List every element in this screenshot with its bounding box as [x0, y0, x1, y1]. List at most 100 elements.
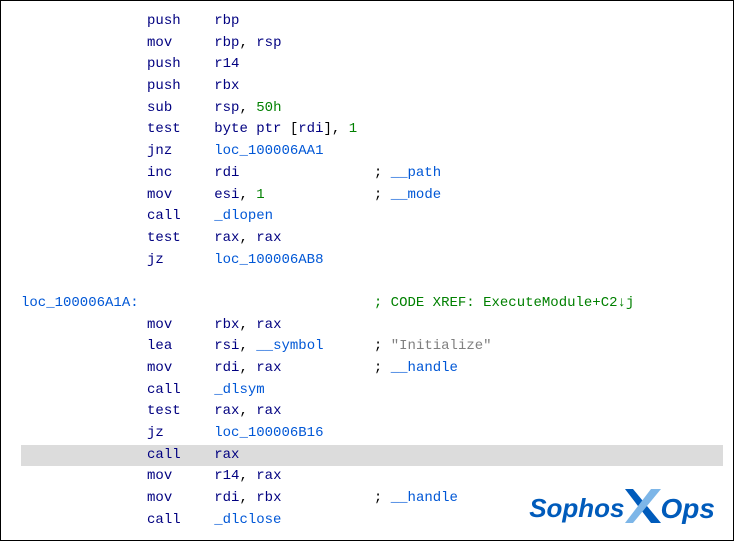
- asm-operand: _dlclose: [214, 512, 281, 528]
- xops-x-icon: [625, 489, 661, 528]
- asm-operand: rbx: [214, 78, 239, 94]
- asm-label: loc_100006A1A:: [21, 295, 139, 311]
- asm-mnemonic: jnz: [147, 143, 214, 159]
- asm-instruction-line: push r14: [21, 54, 723, 76]
- asm-operand: ],: [324, 121, 349, 137]
- asm-mnemonic: call: [147, 447, 214, 463]
- asm-mnemonic: test: [147, 230, 214, 246]
- asm-operand: loc_100006AB8: [214, 252, 323, 268]
- asm-operand: loc_100006B16: [214, 425, 323, 441]
- asm-instruction-line: sub rsp, 50h: [21, 98, 723, 120]
- asm-operand: rdi: [298, 121, 323, 137]
- asm-mnemonic: jz: [147, 252, 214, 268]
- asm-operand: rsp: [256, 35, 281, 51]
- asm-operand: rbp: [214, 35, 239, 51]
- asm-operand: rsi: [214, 338, 239, 354]
- asm-mnemonic: lea: [147, 338, 214, 354]
- asm-comment: ;: [374, 360, 391, 376]
- asm-operand: 1: [256, 187, 264, 203]
- asm-operand: ,: [239, 338, 256, 354]
- asm-mnemonic: call: [147, 208, 214, 224]
- asm-operand: rax: [256, 468, 281, 484]
- asm-label-line: loc_100006A1A: ; CODE XREF: ExecuteModul…: [21, 293, 723, 315]
- asm-operand: rdi: [214, 360, 239, 376]
- asm-operand: ,: [239, 403, 256, 419]
- asm-instruction-line: call rax: [21, 445, 723, 467]
- asm-instruction-line: test rax, rax: [21, 401, 723, 423]
- asm-operand: ,: [239, 230, 256, 246]
- asm-comment-text: "Initialize": [391, 338, 492, 354]
- asm-operand: ,: [239, 100, 256, 116]
- asm-instruction-line: call _dlopen: [21, 206, 723, 228]
- asm-mnemonic: mov: [147, 468, 214, 484]
- asm-mnemonic: test: [147, 121, 214, 137]
- asm-blank-line: [21, 271, 723, 293]
- asm-mnemonic: call: [147, 382, 214, 398]
- asm-comment-text: __handle: [391, 360, 458, 376]
- asm-mnemonic: call: [147, 512, 214, 528]
- asm-mnemonic: sub: [147, 100, 214, 116]
- asm-operand: rdi: [214, 490, 239, 506]
- asm-operand: byte ptr: [214, 121, 290, 137]
- asm-mnemonic: mov: [147, 35, 214, 51]
- asm-operand: rax: [214, 403, 239, 419]
- asm-operand: esi: [214, 187, 239, 203]
- asm-operand: r14: [214, 56, 239, 72]
- asm-instruction-line: test rax, rax: [21, 228, 723, 250]
- asm-operand: rax: [256, 360, 281, 376]
- asm-operand: _dlopen: [214, 208, 273, 224]
- asm-operand: ,: [239, 187, 256, 203]
- asm-comment-text: __mode: [391, 187, 441, 203]
- asm-operand: ,: [239, 35, 256, 51]
- asm-instruction-line: call _dlsym: [21, 380, 723, 402]
- asm-instruction-line: jz loc_100006B16: [21, 423, 723, 445]
- asm-mnemonic: jz: [147, 425, 214, 441]
- asm-instruction-line: mov rbx, rax: [21, 315, 723, 337]
- asm-instruction-line: lea rsi, __symbol ; "Initialize": [21, 336, 723, 358]
- asm-comment: ;: [374, 338, 391, 354]
- asm-operand: ,: [239, 317, 256, 333]
- asm-operand: rax: [256, 317, 281, 333]
- asm-operand: rax: [256, 230, 281, 246]
- asm-xref-comment: ; CODE XREF: ExecuteModule+C2↓j: [374, 295, 634, 311]
- asm-mnemonic: mov: [147, 360, 214, 376]
- asm-mnemonic: push: [147, 13, 214, 29]
- asm-operand: rax: [256, 403, 281, 419]
- asm-operand: __symbol: [256, 338, 323, 354]
- asm-operand: rbx: [256, 490, 281, 506]
- asm-mnemonic: test: [147, 403, 214, 419]
- asm-operand: loc_100006AA1: [214, 143, 323, 159]
- disassembly-listing: push rbp mov rbp, rsp push r14 push rbx …: [1, 1, 733, 542]
- asm-mnemonic: push: [147, 56, 214, 72]
- asm-instruction-line: mov rbp, rsp: [21, 33, 723, 55]
- asm-operand: 50h: [256, 100, 281, 116]
- asm-operand: rbp: [214, 13, 239, 29]
- asm-instruction-line: push rbp: [21, 11, 723, 33]
- asm-operand: rdi: [214, 165, 239, 181]
- asm-operand: rsp: [214, 100, 239, 116]
- asm-mnemonic: inc: [147, 165, 214, 181]
- asm-mnemonic: push: [147, 78, 214, 94]
- asm-instruction-line: mov esi, 1 ; __mode: [21, 185, 723, 207]
- asm-instruction-line: jnz loc_100006AA1: [21, 141, 723, 163]
- asm-comment: ;: [374, 187, 391, 203]
- asm-instruction-line: inc rdi ; __path: [21, 163, 723, 185]
- asm-operand: rax: [214, 447, 239, 463]
- asm-operand: _dlsym: [214, 382, 264, 398]
- asm-instruction-line: mov rdi, rax ; __handle: [21, 358, 723, 380]
- asm-operand: ,: [239, 468, 256, 484]
- logo-text-ops: Ops: [661, 493, 715, 525]
- asm-operand: ,: [239, 360, 256, 376]
- asm-mnemonic: mov: [147, 490, 214, 506]
- asm-instruction-line: mov r14, rax: [21, 466, 723, 488]
- asm-comment: ;: [374, 165, 391, 181]
- asm-operand: rax: [214, 230, 239, 246]
- asm-operand: rbx: [214, 317, 239, 333]
- asm-operand: ,: [239, 490, 256, 506]
- asm-comment-text: __handle: [391, 490, 458, 506]
- asm-instruction-line: jz loc_100006AB8: [21, 250, 723, 272]
- asm-comment-text: __path: [391, 165, 441, 181]
- asm-instruction-line: push rbx: [21, 76, 723, 98]
- asm-instruction-line: test byte ptr [rdi], 1: [21, 119, 723, 141]
- asm-mnemonic: mov: [147, 187, 214, 203]
